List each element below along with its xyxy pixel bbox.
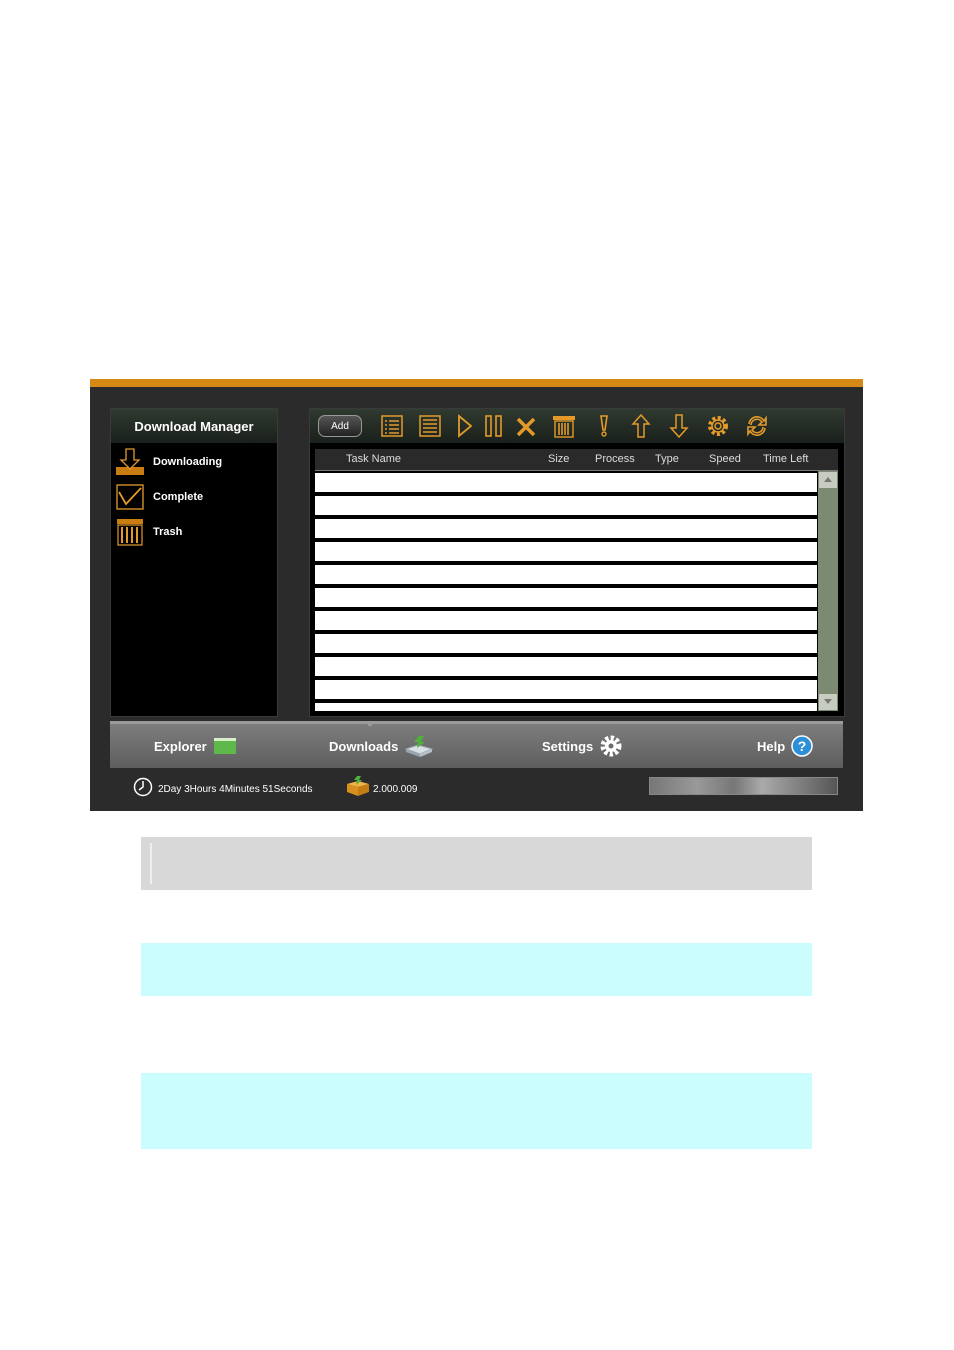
pause-icon[interactable]	[482, 414, 506, 438]
trash-icon	[117, 519, 143, 546]
table-row[interactable]	[315, 611, 817, 630]
sidebar-item-label: Downloading	[153, 456, 223, 468]
download-manager-window: Download Manager Downloading Complete Tr…	[90, 379, 863, 811]
task-list-icon[interactable]	[380, 414, 404, 438]
nav-explorer[interactable]: Explorer	[154, 732, 237, 760]
nav-downloads[interactable]: Downloads	[329, 732, 434, 760]
nav-label: Help	[757, 738, 786, 754]
progress-bar	[649, 777, 838, 795]
clock-icon	[133, 777, 153, 797]
status-bar: 2Day 3Hours 4Minutes 51Seconds 2.000.009	[90, 771, 863, 805]
table-row[interactable]	[315, 634, 817, 653]
move-up-icon[interactable]	[629, 413, 653, 438]
downloading-icon	[116, 448, 144, 475]
svg-text:?: ?	[798, 738, 807, 754]
task-detail-icon[interactable]	[418, 414, 442, 438]
table-row[interactable]	[315, 473, 817, 492]
sidebar-item-label: Complete	[153, 491, 204, 503]
nav-settings[interactable]: Settings	[542, 732, 623, 760]
gear-icon	[600, 735, 622, 757]
nav-label: Settings	[542, 738, 594, 754]
sidebar-item-downloading[interactable]: Downloading	[115, 445, 270, 479]
table-row[interactable]	[315, 680, 817, 699]
uptime-text: 2Day 3Hours 4Minutes 51Seconds	[158, 784, 313, 795]
table-row[interactable]	[315, 588, 817, 607]
scroll-down-button[interactable]	[819, 694, 837, 710]
delete-icon[interactable]	[515, 414, 539, 438]
start-icon[interactable]	[453, 414, 477, 438]
priority-icon[interactable]	[592, 414, 616, 438]
table-row[interactable]	[315, 519, 817, 538]
nav-help[interactable]: Help ?	[757, 732, 813, 760]
scroll-up-button[interactable]	[819, 472, 837, 488]
window-top-accent	[90, 379, 863, 387]
note-box	[141, 837, 812, 890]
toolbar: Add	[310, 409, 844, 443]
column-header-speed[interactable]: Speed	[709, 453, 741, 465]
column-header-process[interactable]: Process	[595, 453, 635, 465]
sidebar-item-label: Trash	[153, 526, 183, 538]
add-button[interactable]: Add	[318, 415, 362, 437]
help-icon: ?	[791, 735, 813, 757]
nav-label: Explorer	[154, 738, 207, 754]
table-row[interactable]	[315, 703, 817, 711]
sidebar-item-trash[interactable]: Trash	[115, 515, 270, 549]
active-tab-indicator	[364, 721, 376, 727]
table-header: Task Name Size Process Type Speed Time L…	[315, 449, 838, 471]
sidebar-item-complete[interactable]: Complete	[115, 480, 270, 514]
info-box	[141, 943, 812, 996]
column-header-task-name[interactable]: Task Name	[346, 453, 401, 465]
package-icon	[347, 776, 369, 796]
sidebar-title: Download Manager	[111, 409, 277, 443]
refresh-icon[interactable]	[745, 414, 769, 438]
sidebar: Download Manager Downloading Complete Tr…	[110, 408, 278, 717]
vertical-scrollbar[interactable]	[818, 471, 838, 711]
column-header-type[interactable]: Type	[655, 453, 679, 465]
table-row[interactable]	[315, 565, 817, 584]
complete-icon	[116, 484, 144, 510]
downloads-icon	[404, 736, 434, 757]
settings-icon[interactable]	[706, 414, 730, 438]
version-text: 2.000.009	[373, 784, 418, 795]
move-down-icon[interactable]	[667, 414, 691, 439]
column-header-time-left[interactable]: Time Left	[763, 453, 808, 465]
table-row[interactable]	[315, 542, 817, 561]
table-row[interactable]	[315, 496, 817, 515]
table-row[interactable]	[315, 657, 817, 676]
task-panel: Add Task Name Size Process Type Speed Ti…	[309, 408, 845, 717]
info-box	[141, 1073, 812, 1149]
task-list	[315, 471, 817, 711]
main-navigation: Explorer Downloads Settings Help ?	[110, 721, 843, 768]
trash-icon[interactable]	[552, 414, 576, 438]
nav-label: Downloads	[329, 738, 399, 754]
column-header-size[interactable]: Size	[548, 453, 569, 465]
folder-icon	[213, 738, 236, 754]
